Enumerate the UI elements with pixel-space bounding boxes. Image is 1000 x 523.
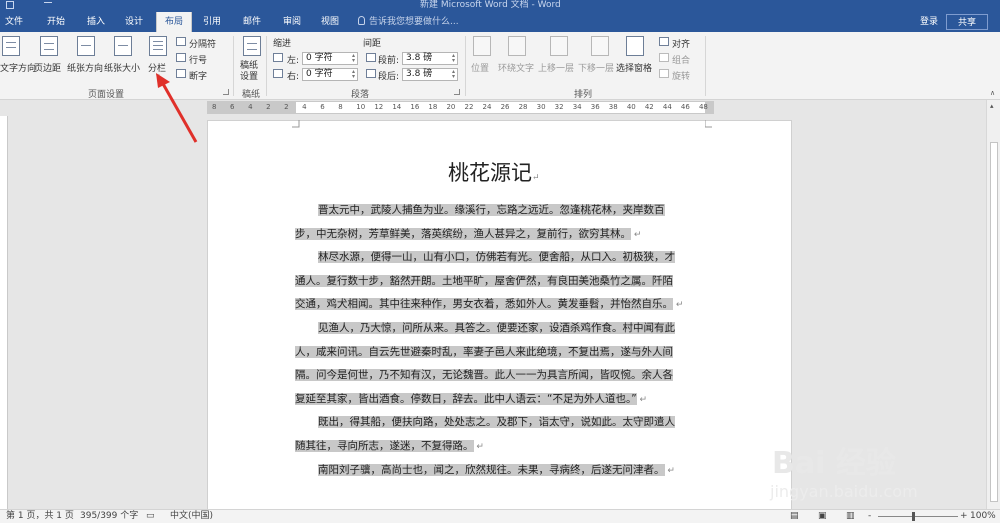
page-count[interactable]: 第 1 页，共 1 页 xyxy=(6,510,74,523)
language[interactable]: 中文(中国) xyxy=(170,510,213,523)
zoom-out-button[interactable]: - xyxy=(868,510,871,523)
zoom-slider[interactable] xyxy=(878,516,958,517)
read-mode-icon[interactable]: ▤ xyxy=(790,510,799,523)
word-window: 新建 Microsoft Word 文档 - Word 文件 开始 插入 设计 … xyxy=(0,0,1000,523)
status-bar: 第 1 页，共 1 页 395/399 个字 ▭ 中文(中国) ▤ ▣ ▥ - … xyxy=(0,509,1000,523)
proofing-icon[interactable]: ▭ xyxy=(146,510,155,523)
print-layout-icon[interactable]: ▣ xyxy=(818,510,827,523)
annotation-arrow xyxy=(156,73,198,143)
web-layout-icon[interactable]: ▥ xyxy=(846,510,855,523)
zoom-level[interactable]: 100% xyxy=(970,510,996,523)
word-count[interactable]: 395/399 个字 xyxy=(80,510,138,523)
zoom-in-button[interactable]: + xyxy=(960,510,968,523)
zoom-slider-thumb[interactable] xyxy=(912,512,915,521)
